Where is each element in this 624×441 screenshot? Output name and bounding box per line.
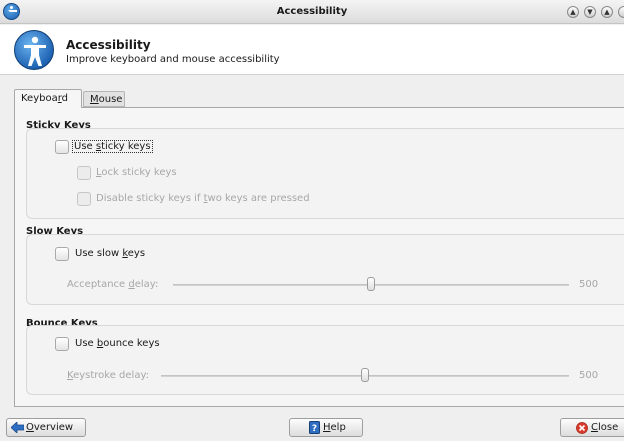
label-post: eystroke delay:: [73, 370, 150, 381]
accessibility-icon: [14, 30, 54, 70]
label-post: ounce keys: [103, 338, 160, 349]
disable-sticky-keys-checkbox[interactable]: [77, 192, 91, 206]
disable-sticky-keys-label: Disable sticky keys if two keys are pres…: [96, 193, 310, 204]
keystroke-delay-value: 500: [579, 370, 599, 381]
label-post: ticky keys: [101, 141, 151, 152]
use-sticky-keys-label[interactable]: Use sticky keys: [72, 140, 153, 153]
maximize-icon[interactable]: ▲: [601, 6, 613, 18]
close-icon: [576, 422, 588, 434]
use-slow-keys-label[interactable]: Use slow keys: [75, 248, 145, 259]
bounce-keys-group: [26, 325, 624, 395]
shade-down-icon[interactable]: ▼: [584, 6, 596, 18]
label-pre: Use: [75, 338, 97, 349]
label-pre: Use slow: [75, 248, 123, 259]
module-header: Accessibility Improve keyboard and mouse…: [0, 25, 624, 75]
label-mnemonic: C: [591, 422, 598, 433]
acceptance-delay-slider-handle[interactable]: [367, 277, 375, 291]
use-bounce-keys-checkbox[interactable]: [55, 337, 69, 351]
use-slow-keys-checkbox[interactable]: [55, 247, 69, 261]
shade-up-icon[interactable]: ▲: [567, 6, 579, 18]
tab-label-post: ouse: [98, 94, 123, 105]
overview-button[interactable]: Overview: [6, 418, 86, 437]
close-button[interactable]: Close: [560, 418, 624, 437]
tab-label-post: d: [61, 93, 69, 104]
acceptance-delay-label: Acceptance delay:: [67, 279, 158, 290]
use-bounce-keys-label[interactable]: Use bounce keys: [75, 338, 160, 349]
window-title: Accessibility: [276, 6, 348, 17]
keystroke-delay-label: Keystroke delay:: [67, 370, 149, 381]
keystroke-delay-slider-handle[interactable]: [361, 368, 369, 382]
label-mnemonic: O: [26, 422, 34, 433]
lock-sticky-keys-label: Lock sticky keys: [96, 167, 177, 178]
label-post: elp: [330, 422, 346, 433]
label-post: elay:: [134, 279, 159, 290]
label-mnemonic: H: [323, 422, 331, 433]
label-pre: Acceptance: [67, 279, 129, 290]
label-post: ock sticky keys: [101, 167, 177, 178]
tab-label-mnemonic: M: [90, 94, 99, 105]
page-title: Accessibility: [66, 38, 151, 52]
keyboard-panel: Sticky Keys Use sticky keys Lock sticky …: [14, 107, 624, 407]
page-subtitle: Improve keyboard and mouse accessibility: [66, 54, 280, 65]
tab-mouse[interactable]: Mouse: [83, 91, 125, 107]
label-pre: Disable sticky keys if: [96, 193, 204, 204]
help-book-icon: ?: [309, 421, 320, 434]
svg-text:?: ?: [312, 424, 317, 434]
use-sticky-keys-checkbox[interactable]: [55, 140, 69, 154]
acceptance-delay-value: 500: [579, 279, 599, 290]
label-pre: Use: [74, 141, 96, 152]
close-window-icon[interactable]: [618, 6, 624, 18]
button-bar: Overview ? Help Close: [0, 412, 624, 441]
label-post: wo keys are pressed: [207, 193, 310, 204]
title-bar[interactable]: Accessibility ▲ ▼ ▲: [0, 0, 624, 24]
tab-label-pre: Keyboa: [21, 93, 58, 104]
label-post: verview: [33, 422, 74, 433]
tab-keyboard[interactable]: Keyboard: [14, 89, 82, 108]
label-post: lose: [597, 422, 619, 433]
lock-sticky-keys-checkbox[interactable]: [77, 166, 91, 180]
help-button[interactable]: ? Help: [289, 418, 363, 437]
back-arrow-icon: [11, 422, 24, 433]
slow-keys-group: [26, 234, 624, 305]
label-post: eys: [127, 248, 146, 259]
